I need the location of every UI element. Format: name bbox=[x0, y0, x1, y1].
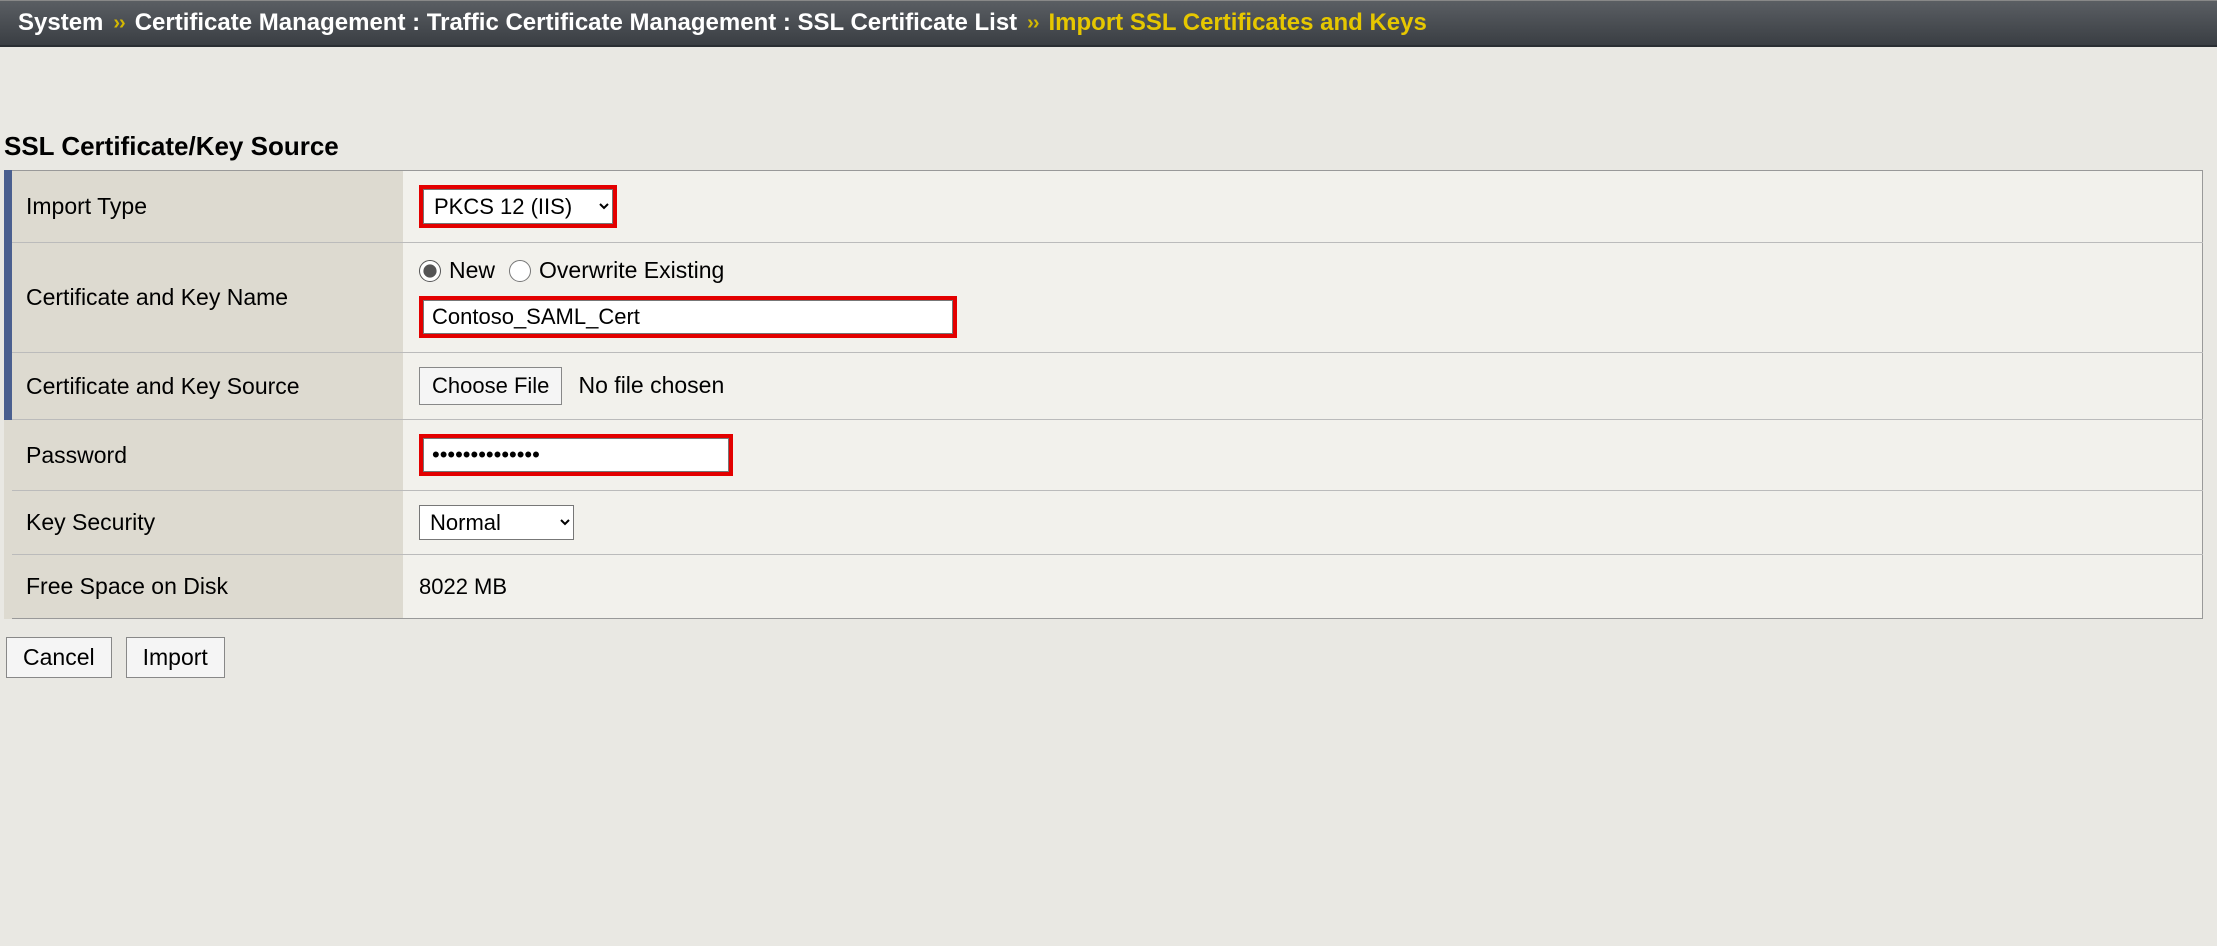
breadcrumb-separator-icon: ›› bbox=[1027, 12, 1038, 35]
label-password: Password bbox=[8, 420, 403, 491]
label-key-security: Key Security bbox=[8, 491, 403, 555]
free-space-value: 8022 MB bbox=[419, 574, 507, 599]
import-type-select[interactable]: PKCS 12 (IIS) bbox=[423, 189, 613, 224]
breadcrumb-root[interactable]: System bbox=[18, 9, 103, 37]
main-content: SSL Certificate/Key Source Import Type P… bbox=[0, 47, 2217, 716]
radio-overwrite-label: Overwrite Existing bbox=[539, 257, 724, 284]
file-chosen-label: No file chosen bbox=[579, 372, 725, 398]
row-cert-key-name: Certificate and Key Name New Overwrite E… bbox=[8, 243, 2203, 353]
highlight-password bbox=[419, 434, 733, 476]
highlight-import-type: PKCS 12 (IIS) bbox=[419, 185, 617, 228]
radio-new-label: New bbox=[449, 257, 495, 284]
breadcrumb-current: Import SSL Certificates and Keys bbox=[1049, 9, 1427, 37]
form-table: Import Type PKCS 12 (IIS) Certificate an… bbox=[4, 170, 2203, 619]
row-import-type: Import Type PKCS 12 (IIS) bbox=[8, 171, 2203, 243]
label-cert-key-name: Certificate and Key Name bbox=[8, 243, 403, 353]
radio-new[interactable] bbox=[419, 260, 441, 282]
row-cert-key-source: Certificate and Key Source Choose File N… bbox=[8, 353, 2203, 420]
label-cert-key-source: Certificate and Key Source bbox=[8, 353, 403, 420]
footer-buttons: Cancel Import bbox=[0, 619, 2217, 696]
row-password: Password bbox=[8, 420, 2203, 491]
breadcrumb: System ›› Certificate Management : Traff… bbox=[0, 0, 2217, 47]
breadcrumb-separator-icon: ›› bbox=[113, 12, 124, 35]
highlight-cert-name bbox=[419, 296, 957, 338]
key-security-select[interactable]: Normal bbox=[419, 505, 574, 540]
cert-name-radio-group: New Overwrite Existing bbox=[419, 257, 2186, 284]
password-input[interactable] bbox=[423, 438, 729, 472]
label-free-space: Free Space on Disk bbox=[8, 555, 403, 619]
radio-overwrite[interactable] bbox=[509, 260, 531, 282]
row-free-space: Free Space on Disk 8022 MB bbox=[8, 555, 2203, 619]
cert-key-name-input[interactable] bbox=[423, 300, 953, 334]
breadcrumb-mid[interactable]: Certificate Management : Traffic Certifi… bbox=[135, 9, 1017, 37]
row-key-security: Key Security Normal bbox=[8, 491, 2203, 555]
section-title: SSL Certificate/Key Source bbox=[0, 127, 2217, 170]
cancel-button[interactable]: Cancel bbox=[6, 637, 112, 678]
import-button[interactable]: Import bbox=[126, 637, 225, 678]
choose-file-button[interactable]: Choose File bbox=[419, 367, 562, 405]
label-import-type: Import Type bbox=[8, 171, 403, 243]
